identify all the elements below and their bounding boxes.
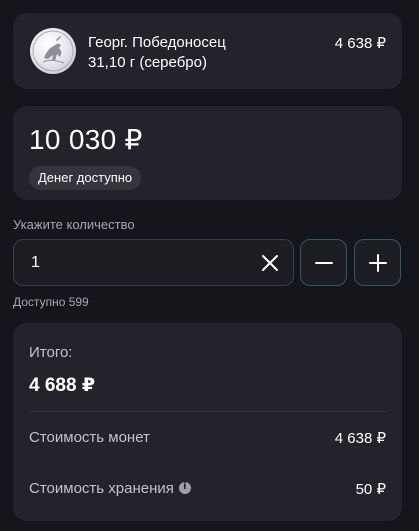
coins-cost-value: 4 638 ₽ — [334, 430, 386, 447]
storage-cost-value: 50 ₽ — [355, 481, 386, 498]
storage-cost-label: Стоимость хранения — [29, 480, 174, 497]
quantity-value[interactable]: 1 — [31, 254, 40, 272]
plus-icon — [369, 254, 387, 272]
coin-saint-george-icon — [30, 28, 76, 74]
quantity-input[interactable]: 1 — [13, 239, 294, 286]
available-quantity: Доступно 599 — [13, 295, 89, 309]
buy-coins-screen: Георг. Победоносец 31,10 г (серебро) 4 6… — [0, 0, 419, 531]
balance-amount: 10 030 ₽ — [29, 124, 143, 155]
summary-card: Итого: 4 688 ₽ Стоимость монет 4 638 ₽ С… — [13, 323, 402, 521]
coin-weight: 31,10 г (серебро) — [88, 54, 207, 71]
increase-quantity-button[interactable] — [354, 239, 401, 286]
coins-cost-label: Стоимость монет — [29, 429, 150, 446]
coin-price: 4 638 ₽ — [334, 35, 386, 52]
balance-badge: Денег доступно — [29, 166, 142, 190]
decrease-quantity-button[interactable] — [300, 239, 347, 286]
quantity-label: Укажите количество — [13, 217, 135, 232]
coin-name: Георг. Победоносец — [88, 34, 226, 51]
total-label: Итого: — [29, 344, 73, 361]
clear-icon[interactable] — [259, 252, 281, 274]
coin-card: Георг. Победоносец 31,10 г (серебро) 4 6… — [13, 13, 402, 89]
balance-card: 10 030 ₽ Денег доступно — [13, 106, 402, 200]
storage-cost-row: Стоимость хранения — [29, 480, 191, 497]
info-icon[interactable] — [178, 481, 191, 495]
minus-icon — [315, 262, 333, 264]
total-value: 4 688 ₽ — [29, 375, 96, 396]
divider — [29, 411, 386, 412]
